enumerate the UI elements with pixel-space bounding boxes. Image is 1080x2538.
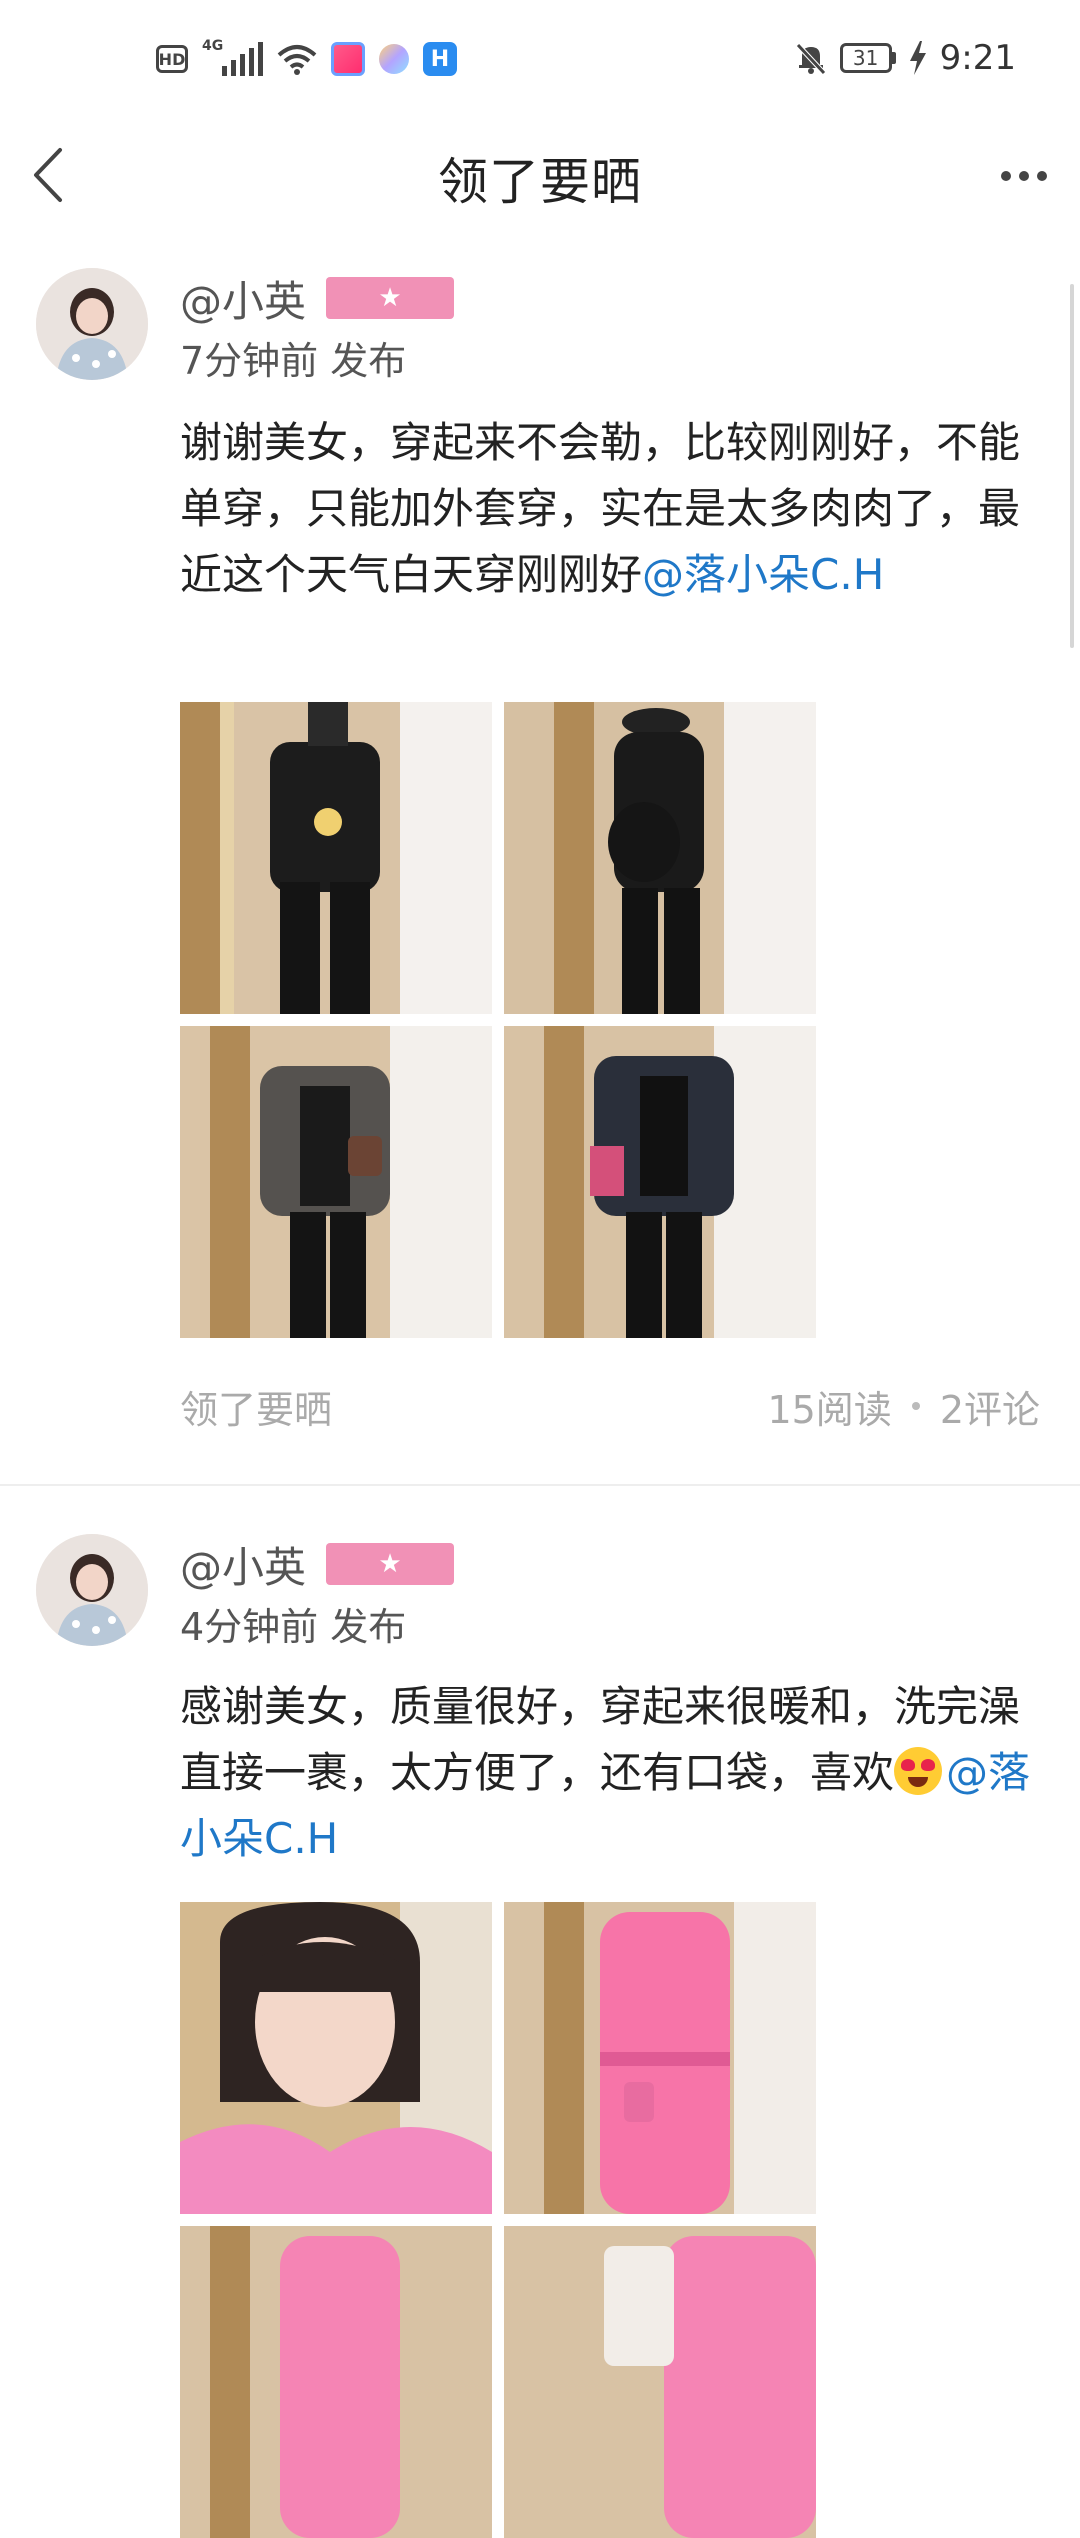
post-photo[interactable] [180,2226,492,2538]
more-dot-icon [1037,171,1047,181]
post-photo[interactable] [504,1902,816,2214]
post-text-content: 谢谢美女，穿起来不会勒，比较刚刚好，不能单穿，只能加外套穿，实在是太多肉肉了，最… [180,418,1021,599]
comment-count[interactable]: 2评论 [940,1379,1040,1434]
post-photo[interactable] [504,1026,816,1338]
mention-link[interactable]: @落小朵C.H [642,550,884,599]
app-notification-icon-2 [379,44,409,74]
avatar[interactable] [36,1534,148,1646]
signal-icon: 4G [202,38,263,76]
user-row: @小英 ★ [180,268,455,329]
username[interactable]: @小英 [180,1534,306,1595]
heart-eyes-emoji-icon [894,1747,943,1795]
username[interactable]: @小英 [180,268,306,329]
battery-icon: 31 [839,43,896,73]
navigation-header: 领了要晒 [0,120,1080,230]
post-photo[interactable] [180,1026,492,1338]
post-photo[interactable] [504,2226,816,2538]
app-notification-icon [331,42,365,76]
photo-grid [180,702,816,1338]
level-badge: ★ [326,277,455,319]
post-text: 感谢美女，质量很好，穿起来很暖和，洗完澡直接一裹，太方便了，还有口袋，喜欢 @落小… [180,1674,1040,1872]
post-stats: 15阅读 2评论 [767,1379,1040,1434]
more-dot-icon [1001,171,1011,181]
separator-dot [911,1402,920,1410]
status-icons-left: HD 4G H [156,38,457,76]
post-photo[interactable] [180,702,492,1014]
clock: 9:21 [939,38,1016,78]
post-photo[interactable] [504,702,816,1014]
mute-bell-icon [795,43,826,75]
post-text-content: 感谢美女，质量很好，穿起来很暖和，洗完澡直接一裹，太方便了，还有口袋，喜欢 [180,1682,1021,1797]
wifi-icon [277,45,317,75]
charging-icon [909,41,926,75]
page-title: 领了要晒 [438,153,642,211]
status-bar: HD 4G H 31 9:21 [0,0,1080,120]
more-options-button[interactable] [992,146,1056,206]
app-notification-icon-3: H [423,42,457,76]
topic-tag[interactable]: 领了要晒 [180,1379,332,1434]
read-count: 15阅读 [767,1387,892,1432]
photo-grid [180,1902,816,2538]
user-row: @小英 ★ [180,1534,455,1595]
post-photo[interactable] [180,1902,492,2214]
post-divider [0,1484,1080,1486]
status-icons-right: 31 9:21 [794,38,1016,78]
battery-level: 31 [839,43,892,73]
post-time: 4分钟前 发布 [180,1605,407,1649]
post-time: 7分钟前 发布 [180,339,407,383]
hd-icon: HD [156,45,188,73]
more-dot-icon [1019,171,1029,181]
network-type-label: 4G [202,38,224,54]
post-footer: 领了要晒 15阅读 2评论 [180,1376,1040,1436]
level-badge: ★ [326,1543,455,1585]
post-text: 谢谢美女，穿起来不会勒，比较刚刚好，不能单穿，只能加外套穿，实在是太多肉肉了，最… [180,410,1040,608]
post-card[interactable]: @小英 ★ 4分钟前 发布 感谢美女，质量很好，穿起来很暖和，洗完澡直接一裹，太… [0,1534,1080,2538]
post-card[interactable]: @小英 ★ 7分钟前 发布 谢谢美女，穿起来不会勒，比较刚刚好，不能单穿，只能加… [0,268,1080,1484]
avatar[interactable] [36,268,148,380]
